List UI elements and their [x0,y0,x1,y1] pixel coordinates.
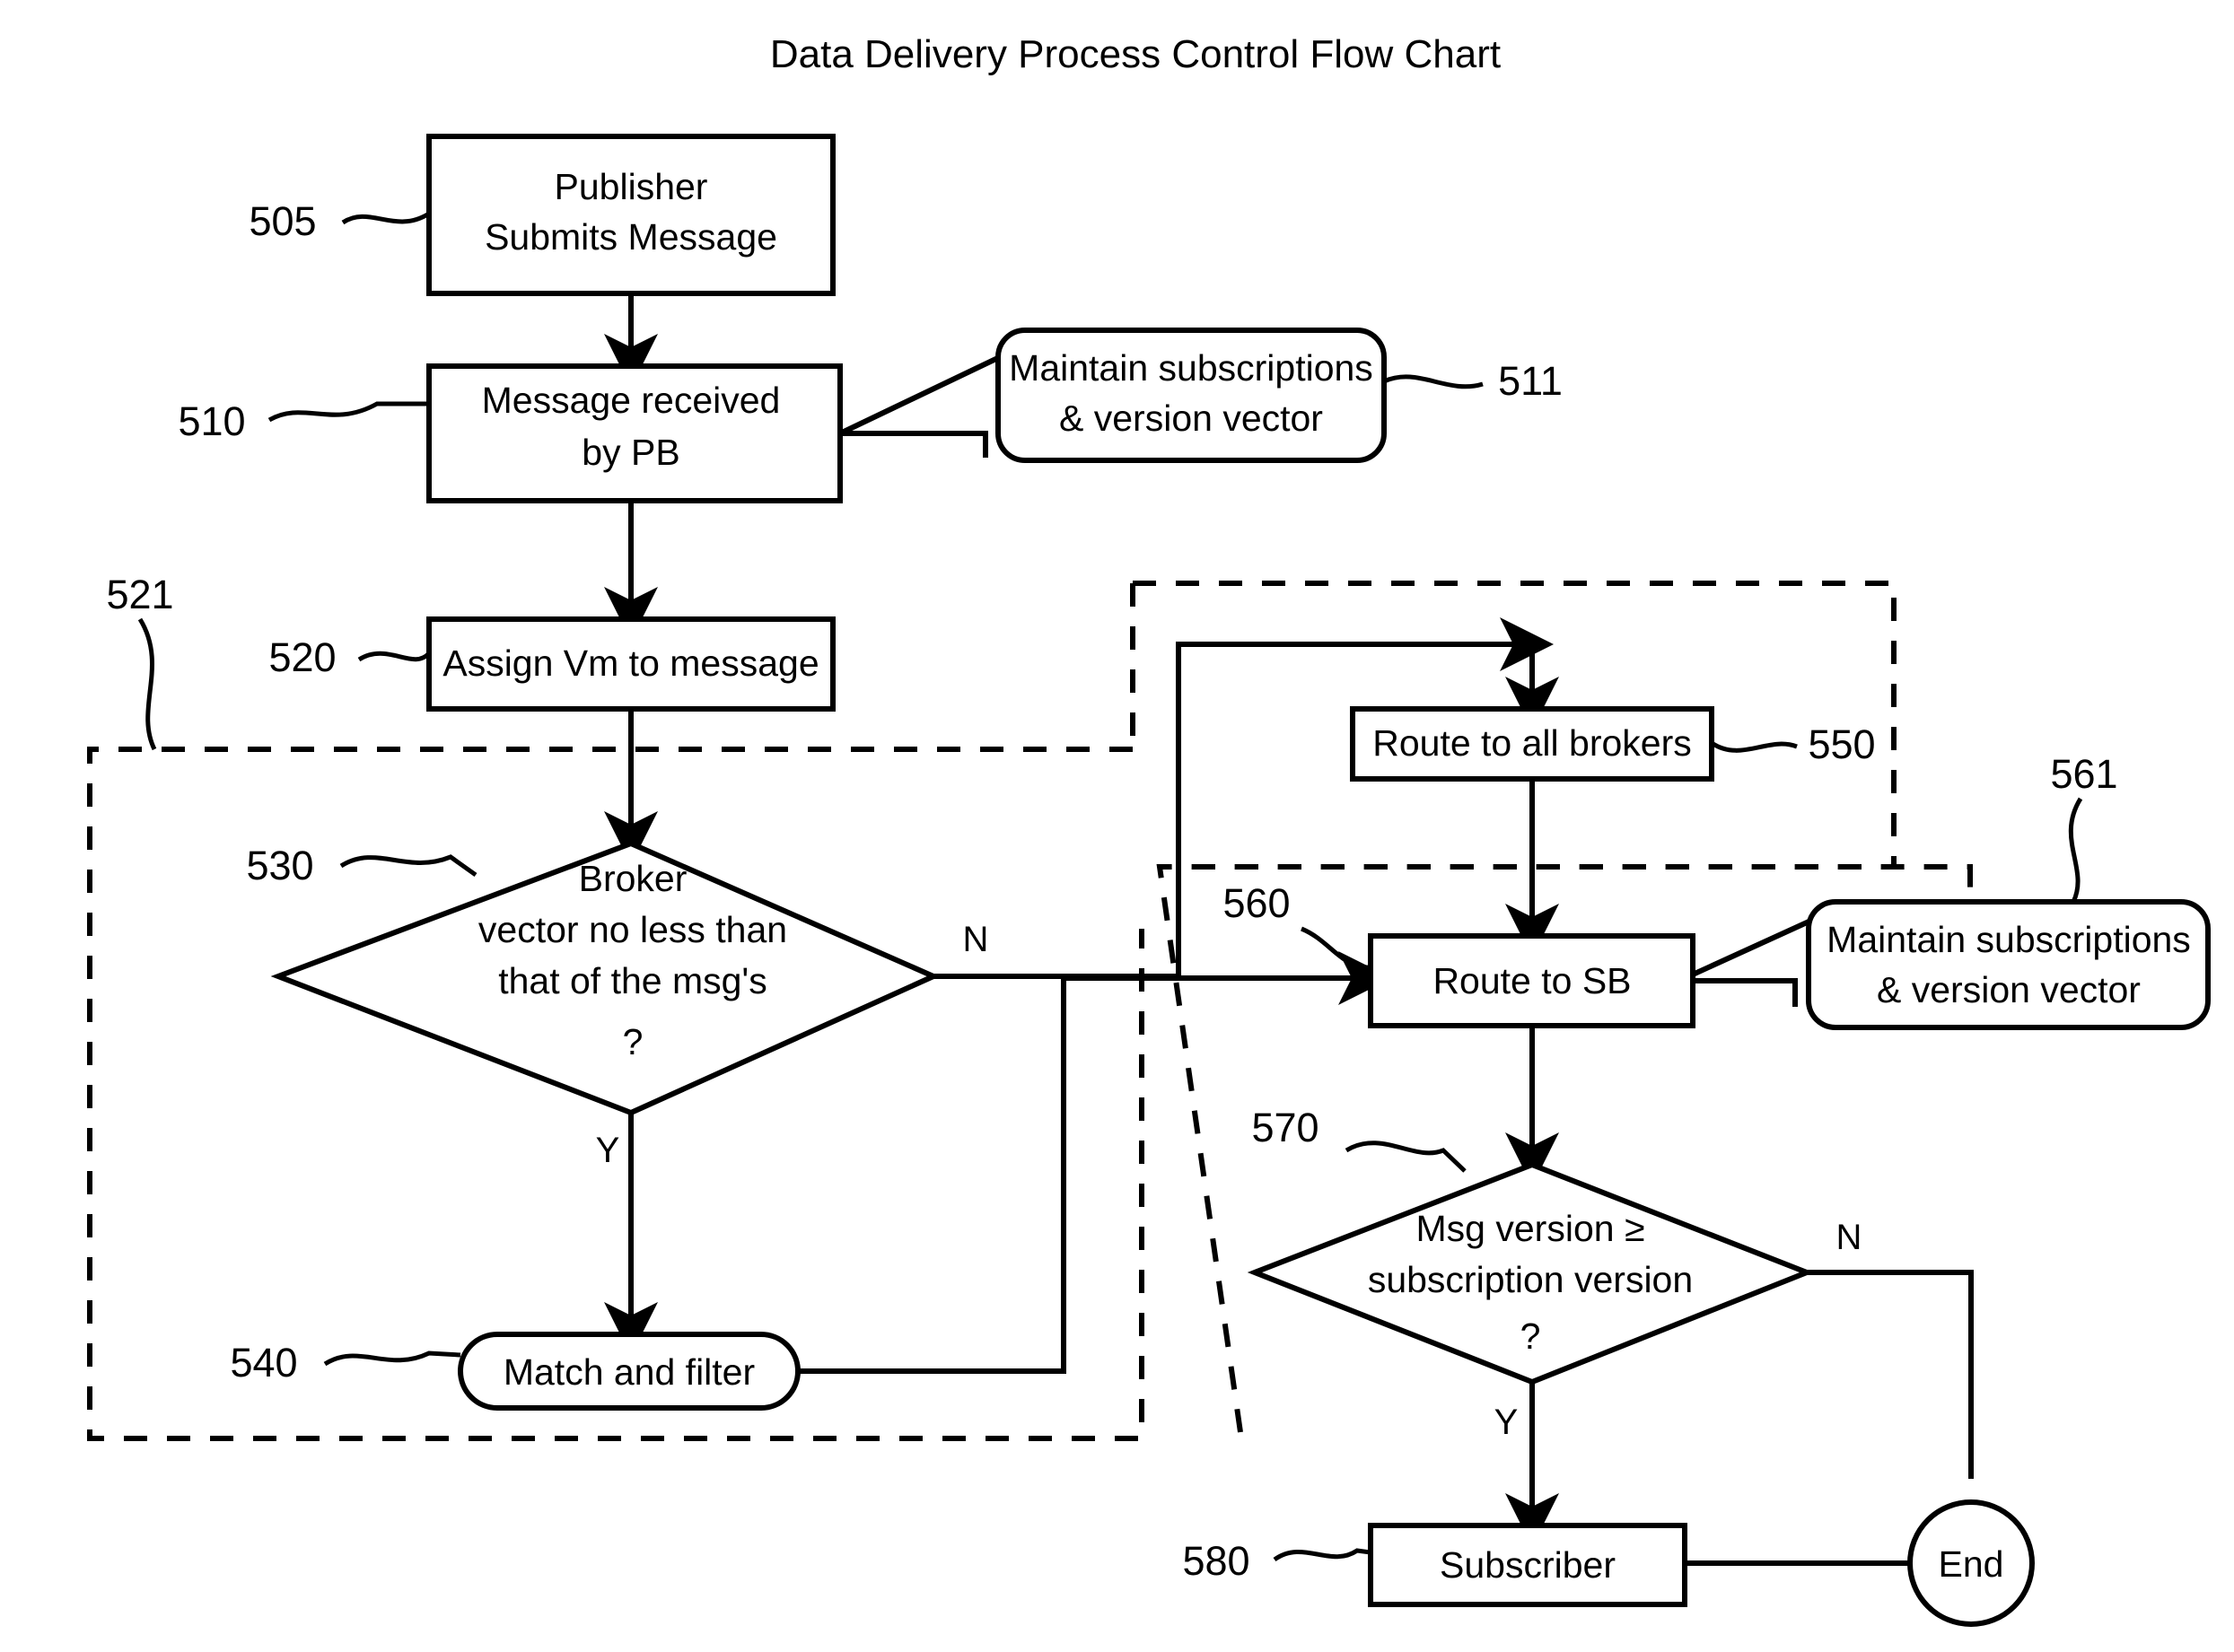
ref-561: 561 [2050,751,2117,797]
edge-maintain-pb-to-received-2 [840,431,988,458]
flowchart-page: Data Delivery Process Control Flow Chart… [0,0,2234,1652]
branch-label-broker-no: N [963,920,989,959]
ref-520: 520 [268,634,336,680]
node-maintain-pb-line2: & version vector [1059,398,1323,439]
node-subscriber-line1: Subscriber [1440,1544,1616,1586]
edge-maintain-sb-to-route-sb-2 [1693,978,1798,1007]
node-version-decision-line1: Msg version ≥ [1416,1208,1645,1249]
leader-540 [323,1350,461,1367]
edge-match-filter-to-route-sb [798,951,1392,1374]
leader-511 [1382,374,1484,389]
flowchart-canvas: Data Delivery Process Control Flow Chart… [87,32,2211,1627]
node-maintain-pb-line1: Maintain subscriptions [1009,347,1373,389]
node-broker-decision-line2: vector no less than [478,909,787,950]
node-message-received-line1: Message received [482,380,781,421]
node-end-label: End [1939,1543,2004,1585]
leader-550 [1710,740,1798,753]
leader-521 [137,617,157,751]
node-message-received-line2: by PB [582,432,679,473]
leader-560 [1301,926,1371,970]
ref-511: 511 [1498,358,1563,404]
leader-505 [341,211,431,225]
ref-521: 521 [106,572,173,617]
ref-550: 550 [1808,721,1875,767]
node-match-filter-line1: Match and filter [504,1351,755,1393]
ref-540: 540 [230,1340,297,1385]
leader-580 [1273,1548,1371,1562]
leader-510 [267,401,429,423]
edge-version-no-to-end [1807,1270,1974,1479]
node-publisher-line1: Publisher [555,166,708,207]
node-broker-decision-line1: Broker [579,858,688,899]
branch-label-broker-yes: Y [596,1131,620,1170]
node-maintain-sb-line1: Maintain subscriptions [1827,919,2191,960]
node-assign-vm-line1: Assign Vm to message [442,642,819,684]
ref-560: 560 [1222,880,1290,926]
branch-label-version-no: N [1836,1218,1862,1257]
node-route-all-brokers-line1: Route to all brokers [1372,722,1692,764]
edge-maintain-pb-to-received [838,352,1007,436]
branch-label-version-yes: Y [1494,1403,1519,1442]
leader-520 [357,651,431,662]
node-maintain-sb-line2: & version vector [1877,969,2141,1010]
node-broker-decision-line4: ? [623,1021,644,1062]
page-title: Data Delivery Process Control Flow Chart [770,32,1501,76]
ref-510: 510 [178,398,245,444]
ref-580: 580 [1182,1538,1249,1584]
ref-530: 530 [246,843,313,888]
node-publisher-submits-message[interactable] [426,134,836,296]
leader-570 [1345,1141,1467,1173]
node-version-decision-line3: ? [1520,1315,1541,1357]
leader-561 [2068,797,2083,904]
ref-505: 505 [249,198,316,244]
node-broker-decision-line3: that of the msg's [498,960,767,1001]
node-version-decision-line2: subscription version [1368,1259,1693,1300]
edge-broker-no-to-route-all [933,617,1554,979]
node-publisher-line2: Submits Message [485,216,777,258]
ref-570: 570 [1251,1105,1318,1150]
node-route-sb-line1: Route to SB [1432,960,1631,1001]
leader-530 [339,854,477,878]
